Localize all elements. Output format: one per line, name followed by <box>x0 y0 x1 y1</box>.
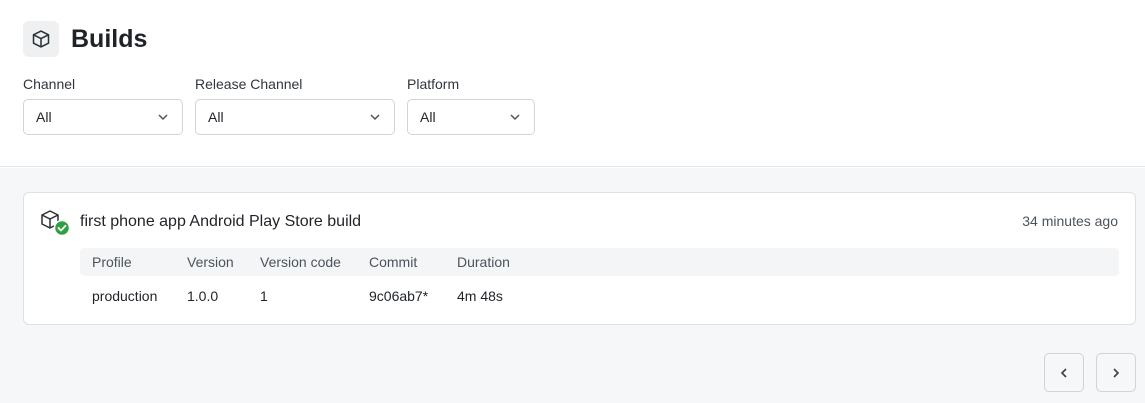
builds-list: first phone app Android Play Store build… <box>0 168 1145 403</box>
chevron-down-icon <box>158 114 168 121</box>
chevron-down-icon <box>510 114 520 121</box>
chevron-right-icon <box>1113 367 1120 378</box>
build-meta-row: production 1.0.0 1 9c06ab7* 4m 48s <box>80 282 1119 310</box>
success-check-icon <box>53 219 71 237</box>
platform-select-value: All <box>420 109 436 125</box>
filter-channel-label: Channel <box>23 76 76 92</box>
filter-platform: Platform All <box>407 75 535 135</box>
build-status-icon <box>40 209 71 237</box>
build-duration: 4m 48s <box>457 288 503 304</box>
column-header-commit: Commit <box>369 254 418 270</box>
build-version-code: 1 <box>260 288 268 304</box>
release-channel-select-value: All <box>208 109 224 125</box>
release-channel-select[interactable]: All <box>195 99 395 135</box>
build-version: 1.0.0 <box>187 288 219 304</box>
page-header: Builds Channel All Release Channel All P… <box>0 0 1145 167</box>
build-time: 34 minutes ago <box>1022 213 1118 229</box>
chevron-down-icon <box>370 114 380 121</box>
next-page-button[interactable] <box>1096 353 1136 392</box>
filter-channel: Channel All <box>23 75 183 135</box>
column-header-duration: Duration <box>457 254 510 270</box>
package-icon <box>23 21 59 57</box>
build-profile: production <box>92 288 158 304</box>
platform-select[interactable]: All <box>407 99 535 135</box>
build-card[interactable]: first phone app Android Play Store build… <box>23 192 1136 325</box>
column-header-profile: Profile <box>92 254 132 270</box>
channel-select[interactable]: All <box>23 99 183 135</box>
column-header-version-code: Version code <box>260 254 341 270</box>
channel-select-value: All <box>36 109 52 125</box>
build-meta-header: Profile Version Version code Commit Dura… <box>80 248 1119 276</box>
previous-page-button[interactable] <box>1044 353 1084 392</box>
chevron-left-icon <box>1060 367 1067 378</box>
filter-platform-label: Platform <box>407 76 460 92</box>
build-title[interactable]: first phone app Android Play Store build <box>80 213 361 231</box>
page-title: Builds <box>71 24 148 53</box>
build-commit[interactable]: 9c06ab7* <box>369 282 428 310</box>
filter-release-channel: Release Channel All <box>195 75 395 135</box>
column-header-version: Version <box>187 254 234 270</box>
filter-release-channel-label: Release Channel <box>195 76 303 92</box>
title-row: Builds <box>23 21 147 57</box>
